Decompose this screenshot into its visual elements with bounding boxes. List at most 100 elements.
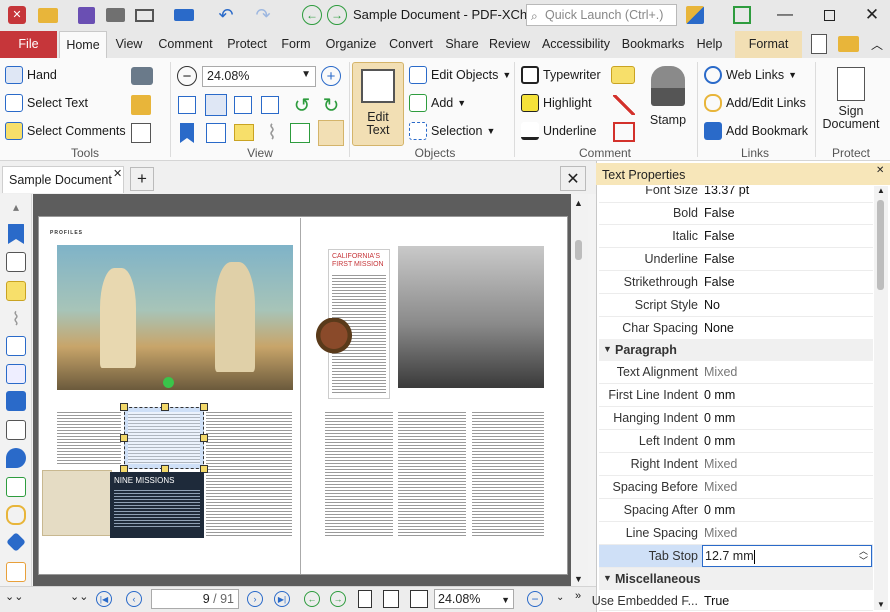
close-tab-icon[interactable]: ✕ <box>113 167 122 180</box>
sidebar-tags-icon[interactable] <box>6 420 26 440</box>
add-bookmark-button[interactable]: Add Bookmark <box>704 122 808 140</box>
scroll-down-icon[interactable]: ▼ <box>574 574 583 584</box>
scrollbar-thumb[interactable] <box>575 240 582 260</box>
double-chevron-down-icon[interactable]: ⌄⌄ <box>5 590 23 603</box>
email-icon[interactable] <box>132 5 156 25</box>
tab-review[interactable]: Review <box>487 31 532 58</box>
rotate-left-icon[interactable]: ↺ <box>291 95 313 117</box>
minimize-icon[interactable]: — <box>768 4 802 26</box>
maximize-icon[interactable] <box>812 4 846 26</box>
theme-icon[interactable] <box>684 5 706 25</box>
find-icon[interactable] <box>131 123 151 143</box>
prop-spacing-after[interactable]: Spacing After 0 mm <box>599 499 873 522</box>
resize-handle[interactable] <box>200 403 208 411</box>
attachment-icon[interactable]: ⌇ <box>261 121 283 144</box>
resize-handle[interactable] <box>161 403 169 411</box>
scan-icon[interactable] <box>171 5 197 25</box>
open-folder-icon[interactable] <box>36 5 60 25</box>
fit-page-icon[interactable] <box>205 94 227 116</box>
panel-scroll-down-icon[interactable]: ▼ <box>877 600 885 609</box>
add-edit-links-button[interactable]: Add/Edit Links <box>704 94 806 112</box>
tab-format[interactable]: Format <box>735 31 802 58</box>
single-page-icon[interactable] <box>358 590 372 608</box>
facing-icon[interactable] <box>410 590 428 608</box>
sidebar-content-icon[interactable] <box>6 336 26 356</box>
prop-right-indent[interactable]: Right Indent Mixed <box>599 453 873 476</box>
prop-left-indent[interactable]: Left Indent 0 mm <box>599 430 873 453</box>
rotate-right-icon[interactable]: ↻ <box>320 95 342 117</box>
prop-line-spacing[interactable]: Line Spacing Mixed <box>599 522 873 545</box>
tab-form[interactable]: Form <box>277 31 315 58</box>
sidebar-articles-icon[interactable] <box>6 562 26 582</box>
double-chevron-right-icon[interactable]: » <box>575 590 581 602</box>
fit-visible-icon[interactable] <box>261 96 279 114</box>
fullscreen-icon[interactable] <box>731 5 753 25</box>
print-icon[interactable] <box>103 5 127 25</box>
edit-objects-button[interactable]: Edit Objects ▼ <box>409 66 511 84</box>
properties-icon[interactable] <box>318 120 344 146</box>
prop-font-size[interactable]: Font Size 13.37 pt <box>599 186 873 203</box>
prop-italic[interactable]: Italic False <box>599 225 873 248</box>
tab-accessibility[interactable]: Accessibility <box>538 31 614 58</box>
edit-text-button[interactable]: Edit Text <box>352 62 404 146</box>
options-chevron-icon[interactable]: ⌄⌄ <box>70 590 88 603</box>
panel-scroll-up-icon[interactable]: ▲ <box>877 186 885 195</box>
selection-button[interactable]: Selection ▼ <box>409 122 495 140</box>
tab-help[interactable]: Help <box>692 31 727 58</box>
prop-strikethrough[interactable]: Strikethrough False <box>599 271 873 294</box>
comments-icon[interactable] <box>234 124 254 141</box>
rotate-handle[interactable] <box>163 377 174 388</box>
section-miscellaneous[interactable]: ▼ Miscellaneous <box>599 568 873 590</box>
zoom-out-icon[interactable]: − <box>177 66 197 86</box>
sidebar-fields-icon[interactable] <box>6 364 26 384</box>
sidebar-collapse-icon[interactable]: ▴ <box>6 200 26 220</box>
sidebar-layers-icon[interactable] <box>6 391 26 411</box>
collapse-ribbon-icon[interactable]: ︿ <box>868 35 886 53</box>
sidebar-pages-icon[interactable] <box>6 252 26 272</box>
document-tab[interactable]: Sample Document <box>2 166 124 193</box>
panel-scrollbar-thumb[interactable] <box>877 200 884 290</box>
tab-bookmarks[interactable]: Bookmarks <box>619 31 687 58</box>
spinner-icon[interactable]: ︿ ﹀ <box>859 546 868 566</box>
tab-file[interactable]: File <box>0 31 57 58</box>
tab-organize[interactable]: Organize <box>321 31 381 58</box>
save-icon[interactable] <box>74 5 98 25</box>
status-zoom-select[interactable]: 24.08% ▼ <box>434 589 514 609</box>
resize-handle[interactable] <box>120 403 128 411</box>
select-text-button[interactable]: Select Text <box>5 94 88 112</box>
tab-comment[interactable]: Comment <box>153 31 218 58</box>
hand-button[interactable]: Hand <box>5 66 57 84</box>
close-icon[interactable]: ✕ <box>855 4 889 26</box>
highlight-button[interactable]: Highlight <box>521 94 592 112</box>
export-icon[interactable] <box>290 123 310 143</box>
prop-use-embedded-font[interactable]: Use Embedded F... True <box>592 590 873 611</box>
prop-script-style[interactable]: Script Style No <box>599 294 873 317</box>
clipboard-icon[interactable] <box>131 95 151 115</box>
sidebar-links-icon[interactable] <box>6 505 26 525</box>
back-icon[interactable]: ← <box>302 5 322 25</box>
folder-icon[interactable] <box>836 33 860 55</box>
scroll-up-icon[interactable]: ▲ <box>574 198 583 208</box>
last-page-icon[interactable]: ▶| <box>274 591 290 607</box>
zoom-select[interactable]: 24.08% ▼ <box>202 66 316 87</box>
quick-launch-input[interactable]: Quick Launch (Ctrl+.) <box>526 4 677 26</box>
sidebar-structure-icon[interactable] <box>6 477 26 497</box>
fit-width-icon[interactable] <box>234 96 252 114</box>
select-comments-button[interactable]: Select Comments <box>5 122 126 140</box>
options-chevron-icon[interactable]: ⌄ <box>556 592 564 603</box>
snapshot-icon[interactable] <box>131 67 153 85</box>
tab-share[interactable]: Share <box>443 31 481 58</box>
prop-text-alignment[interactable]: Text Alignment Mixed <box>599 361 873 384</box>
stamp-button[interactable]: Stamp <box>643 64 693 144</box>
sign-document-button[interactable]: Sign Document <box>818 64 884 144</box>
add-button[interactable]: Add ▼ <box>409 94 466 112</box>
typewriter-button[interactable]: Typewriter <box>521 66 601 84</box>
pages-icon[interactable] <box>206 123 226 143</box>
tab-home[interactable]: Home <box>59 31 107 58</box>
prop-bold[interactable]: Bold False <box>599 202 873 225</box>
file-tools-icon[interactable] <box>808 33 830 55</box>
sidebar-destinations-icon[interactable] <box>6 448 26 468</box>
next-page-icon[interactable]: › <box>247 591 263 607</box>
prop-first-line-indent[interactable]: First Line Indent 0 mm <box>599 384 873 407</box>
rectangle-icon[interactable] <box>613 122 635 142</box>
